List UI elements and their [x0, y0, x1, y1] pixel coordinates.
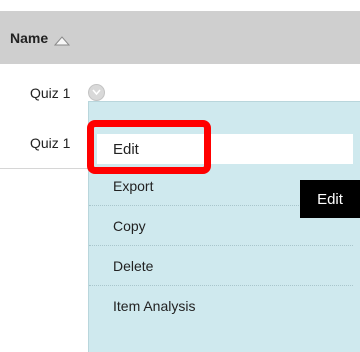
- chevron-down-icon[interactable]: [88, 84, 105, 101]
- sort-ascending-icon[interactable]: [54, 33, 71, 45]
- table-header: Name: [0, 11, 360, 64]
- row-title[interactable]: Quiz 1: [30, 85, 70, 101]
- row-title[interactable]: Quiz 1: [30, 135, 70, 151]
- column-header-name[interactable]: Name: [10, 30, 48, 46]
- highlight-annotation: [87, 120, 211, 174]
- menu-item-item-analysis[interactable]: Item Analysis: [89, 286, 353, 326]
- menu-item-delete[interactable]: Delete: [89, 246, 353, 286]
- tooltip: Edit: [300, 180, 360, 218]
